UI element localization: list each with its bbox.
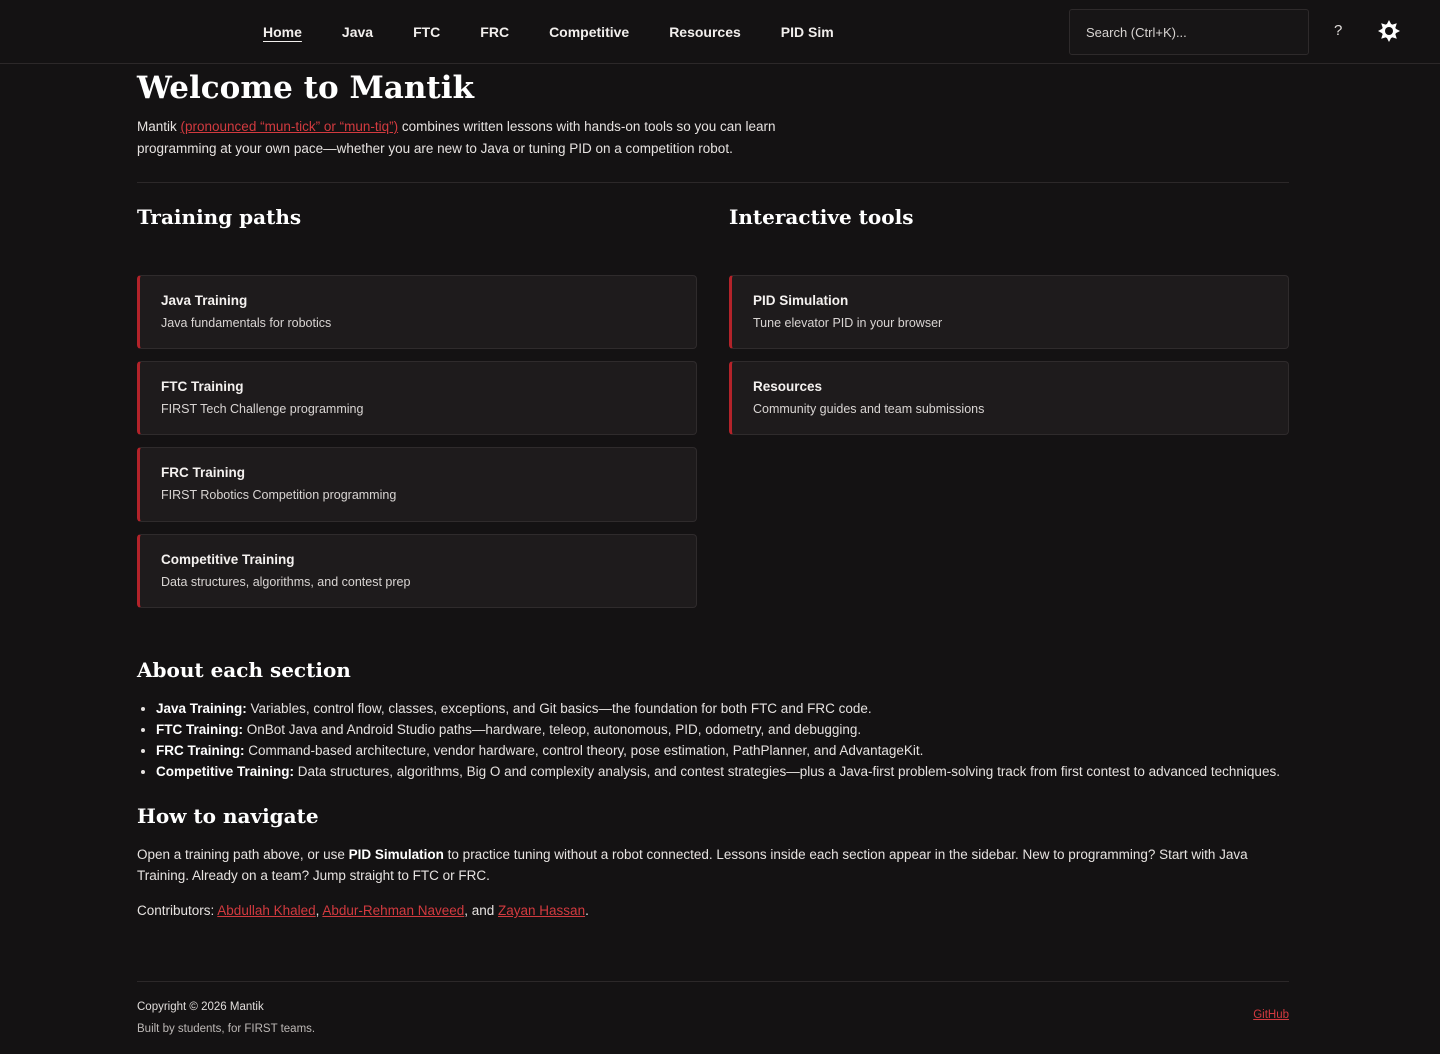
- item-label: FTC Training:: [156, 722, 243, 737]
- nav-java[interactable]: Java: [342, 22, 373, 42]
- footer: Copyright © 2026 Mantik Built by student…: [137, 981, 1289, 1038]
- nav-pid-sim[interactable]: PID Sim: [781, 22, 834, 42]
- card-description: FIRST Robotics Competition programming: [161, 488, 397, 502]
- list-item: Java Training: Variables, control flow, …: [156, 698, 1289, 719]
- item-label: Competitive Training:: [156, 764, 295, 779]
- card-ftc-training[interactable]: FTC Training FIRST Tech Challenge progra…: [137, 361, 697, 435]
- theme-toggle-sun-icon[interactable]: [1377, 19, 1401, 43]
- list-item: FTC Training: OnBot Java and Android Stu…: [156, 719, 1289, 740]
- card-title: Resources: [753, 379, 823, 394]
- training-paths-heading: Training paths: [137, 205, 302, 229]
- top-navbar: Home Java FTC FRC Competitive Resources …: [0, 0, 1440, 64]
- separator: , and: [464, 903, 499, 918]
- list-item: FRC Training: Command-based architecture…: [156, 740, 1289, 761]
- pid-simulation-bold: PID Simulation: [348, 847, 444, 862]
- search-input[interactable]: [1069, 9, 1309, 55]
- item-text: Command-based architecture, vendor hardw…: [244, 743, 924, 758]
- intro-paragraph: Mantik (pronounced “mun-tick” or “mun-ti…: [137, 116, 817, 160]
- card-title: PID Simulation: [753, 293, 849, 308]
- card-resources[interactable]: Resources Community guides and team subm…: [729, 361, 1289, 435]
- how-to-navigate-heading: How to navigate: [137, 804, 319, 828]
- item-text: Data structures, algorithms, Big O and c…: [294, 764, 1280, 779]
- nav-resources[interactable]: Resources: [669, 22, 741, 42]
- github-link[interactable]: GitHub: [1253, 1009, 1289, 1021]
- pronunciation-link[interactable]: (pronounced “mun-tick” or “mun-tiq”): [181, 119, 399, 134]
- training-paths-column: Training paths Java Training Java fundam…: [137, 203, 697, 620]
- item-label: Java Training:: [156, 701, 247, 716]
- card-columns: Training paths Java Training Java fundam…: [137, 203, 1289, 620]
- text-before: Open a training path above, or use: [137, 847, 349, 862]
- interactive-tools-heading: Interactive tools: [729, 205, 914, 229]
- help-button[interactable]: ?: [1334, 22, 1342, 39]
- card-description: Tune elevator PID in your browser: [753, 316, 943, 330]
- item-text: OnBot Java and Android Studio paths—hard…: [243, 722, 862, 737]
- how-to-navigate-text: Open a training path above, or use PID S…: [137, 844, 1289, 886]
- period: .: [585, 903, 589, 918]
- card-description: Data structures, algorithms, and contest…: [161, 575, 411, 589]
- contributor-link[interactable]: Abdullah Khaled: [217, 903, 315, 918]
- page-title: Welcome to Mantik: [137, 70, 474, 106]
- tagline: Built by students, for FIRST teams.: [137, 1023, 316, 1035]
- interactive-tools-column: Interactive tools PID Simulation Tune el…: [729, 203, 1289, 620]
- nav-frc[interactable]: FRC: [480, 22, 509, 42]
- contributor-link[interactable]: Abdur-Rehman Naveed: [322, 903, 464, 918]
- divider: [137, 182, 1289, 183]
- main-nav: Home Java FTC FRC Competitive Resources …: [263, 0, 874, 64]
- nav-home[interactable]: Home: [263, 22, 302, 42]
- item-label: FRC Training:: [156, 743, 245, 758]
- card-title: Competitive Training: [161, 552, 295, 567]
- about-section: About each section Java Training: Variab…: [137, 656, 1289, 782]
- card-pid-simulation[interactable]: PID Simulation Tune elevator PID in your…: [729, 275, 1289, 349]
- card-title: FRC Training: [161, 465, 245, 480]
- card-java-training[interactable]: Java Training Java fundamentals for robo…: [137, 275, 697, 349]
- about-heading: About each section: [137, 658, 351, 682]
- nav-competitive[interactable]: Competitive: [549, 22, 629, 42]
- card-description: Java fundamentals for robotics: [161, 316, 332, 330]
- nav-ftc[interactable]: FTC: [413, 22, 440, 42]
- contributors-label: Contributors:: [137, 903, 218, 918]
- card-frc-training[interactable]: FRC Training FIRST Robotics Competition …: [137, 447, 697, 522]
- how-to-navigate-section: How to navigate Open a training path abo…: [137, 802, 1289, 921]
- contributors-line: Contributors: Abdullah Khaled, Abdur-Reh…: [137, 900, 1289, 921]
- list-item: Competitive Training: Data structures, a…: [156, 761, 1289, 782]
- contributor-link[interactable]: Zayan Hassan: [498, 903, 585, 918]
- item-text: Variables, control flow, classes, except…: [246, 701, 872, 716]
- card-description: FIRST Tech Challenge programming: [161, 402, 364, 416]
- intro-prefix: Mantik: [137, 119, 181, 134]
- card-description: Community guides and team submissions: [753, 402, 985, 416]
- main-content: Welcome to Mantik Mantik (pronounced “mu…: [137, 64, 1289, 921]
- card-competitive-training[interactable]: Competitive Training Data structures, al…: [137, 534, 697, 608]
- about-list: Java Training: Variables, control flow, …: [137, 698, 1289, 782]
- card-title: Java Training: [161, 293, 248, 308]
- copyright: Copyright © 2026 Mantik: [137, 1001, 264, 1013]
- card-title: FTC Training: [161, 379, 244, 394]
